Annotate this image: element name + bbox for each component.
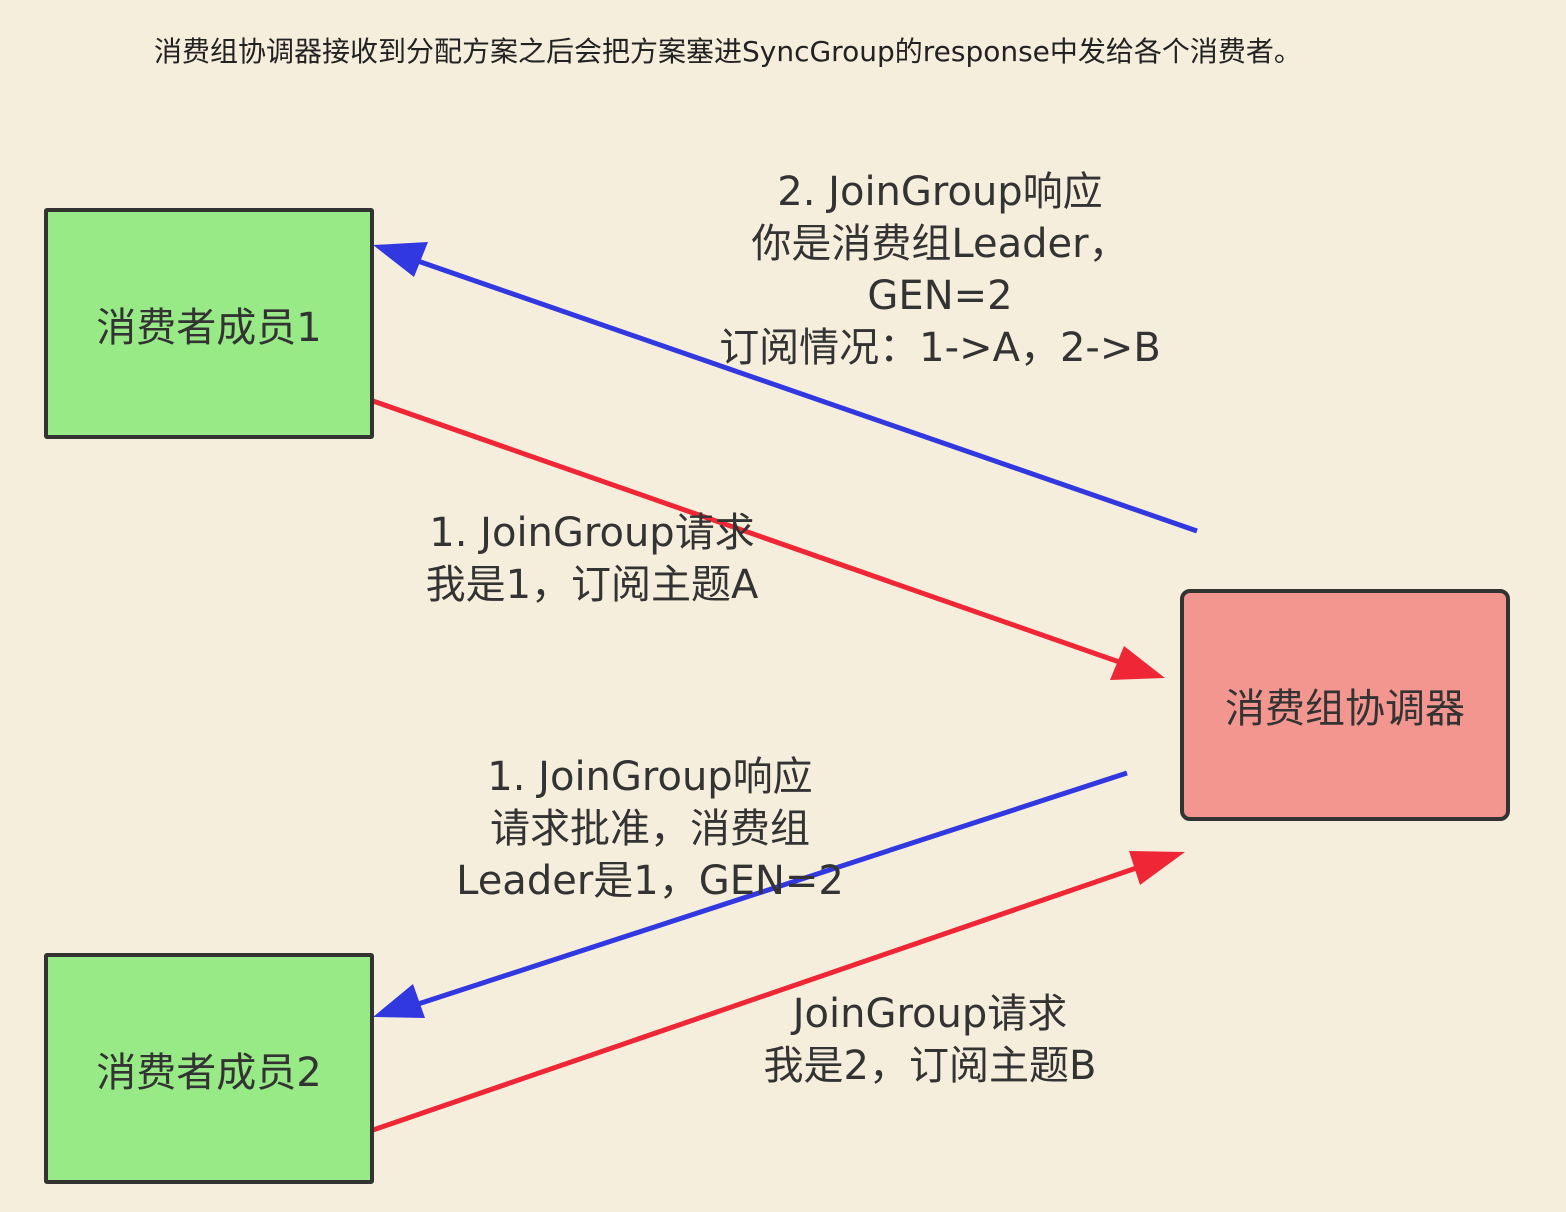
consumer-member-1-node: 消费者成员1	[44, 208, 374, 439]
edge-label-line: 请求批准，消费组	[490, 806, 810, 852]
edge-label-join-request-1: 1. JoinGroup请求 我是1，订阅主题A	[382, 507, 802, 611]
edge-label-line: 我是2，订阅主题B	[763, 1043, 1097, 1089]
edge-label-line: 你是消费组Leader，	[751, 221, 1129, 267]
group-coordinator-label: 消费组协调器	[1225, 686, 1465, 732]
edge-label-line: 2. JoinGroup响应	[777, 169, 1103, 215]
arrowhead-join-request-2	[1129, 851, 1185, 885]
edge-label-line: Leader是1，GEN=2	[456, 858, 844, 904]
consumer-member-1-label: 消费者成员1	[96, 304, 322, 351]
group-coordinator-node: 消费组协调器	[1180, 589, 1510, 821]
edge-label-line: 1. JoinGroup响应	[487, 754, 813, 800]
edge-label-join-response-2: 1. JoinGroup响应 请求批准，消费组 Leader是1，GEN=2	[430, 751, 870, 907]
edge-label-line: 我是1，订阅主题A	[425, 562, 759, 608]
edge-label-line: GEN=2	[867, 273, 1013, 319]
consumer-member-2-label: 消费者成员2	[96, 1049, 322, 1096]
edge-label-line: 1. JoinGroup请求	[429, 510, 755, 556]
arrowhead-join-request-1	[1110, 646, 1165, 680]
edge-label-line: JoinGroup请求	[792, 991, 1068, 1037]
arrowhead-join-response-leader	[373, 242, 428, 277]
edge-label-line: 订阅情况：1->A，2->B	[719, 325, 1161, 371]
edge-label-join-response-leader: 2. JoinGroup响应 你是消费组Leader， GEN=2 订阅情况：1…	[700, 166, 1180, 374]
arrowhead-join-response-2	[373, 984, 425, 1018]
consumer-member-2-node: 消费者成员2	[44, 953, 374, 1184]
edge-label-join-request-2: JoinGroup请求 我是2，订阅主题B	[730, 988, 1130, 1092]
